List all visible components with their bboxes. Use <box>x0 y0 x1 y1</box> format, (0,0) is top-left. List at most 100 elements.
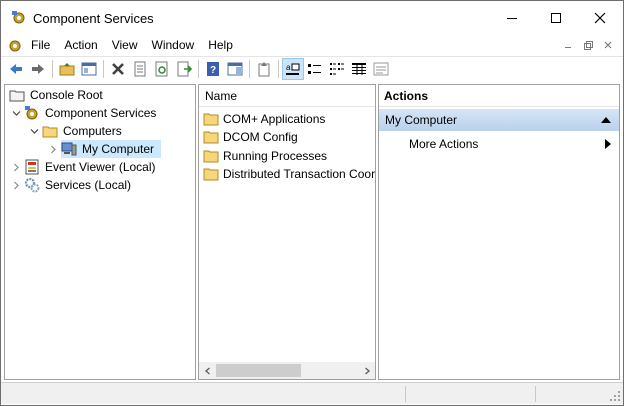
custom-view-icon <box>373 62 389 75</box>
menu-view[interactable]: View <box>105 35 145 55</box>
actions-section-my-computer[interactable]: My Computer <box>379 109 619 131</box>
status-segment <box>535 386 536 402</box>
up-one-level-icon <box>258 61 270 76</box>
actions-header-label: Actions <box>384 88 429 103</box>
small-icons-view-button[interactable] <box>304 58 326 80</box>
collapse-up-icon[interactable] <box>601 117 611 123</box>
toolbar-separator <box>103 59 104 78</box>
tree-node-label: Console Root <box>30 88 103 102</box>
up-one-level-button[interactable] <box>253 58 275 80</box>
detail-view-icon <box>352 62 366 75</box>
action-label: More Actions <box>409 137 479 151</box>
list-item-label: DCOM Config <box>223 130 298 144</box>
export-list-icon <box>177 61 192 76</box>
show-hide-console-tree-button[interactable] <box>78 58 100 80</box>
resize-grip-icon[interactable] <box>609 390 621 402</box>
chevron-right-icon <box>364 366 370 375</box>
console-tree-icon <box>81 62 97 75</box>
large-icons-icon: a <box>286 63 300 75</box>
column-header-label: Name <box>205 88 238 103</box>
close-button[interactable] <box>577 1 623 35</box>
delete-x-icon <box>112 62 124 75</box>
large-icons-view-button[interactable]: a <box>282 57 304 80</box>
folder-icon <box>203 113 219 126</box>
menu-file[interactable]: File <box>24 35 57 55</box>
list-item-label: Distributed Transaction Coord <box>223 167 376 181</box>
list-view-button[interactable] <box>326 58 348 80</box>
list-view-icon <box>330 62 344 75</box>
menu-help[interactable]: Help <box>201 35 240 55</box>
refresh-icon <box>155 61 168 76</box>
actions-pane-header: Actions <box>379 85 619 107</box>
custom-view-button[interactable] <box>370 58 392 80</box>
folder-icon <box>203 150 219 163</box>
chevron-down-icon[interactable] <box>11 108 21 118</box>
horizontal-scrollbar[interactable] <box>199 362 375 379</box>
tree-node-services[interactable]: Services (Local) <box>11 176 134 194</box>
status-segment <box>405 386 406 402</box>
up-folder-button[interactable] <box>56 58 78 80</box>
maximize-button[interactable] <box>533 1 579 35</box>
results-list-pane[interactable]: Name COM+ Applications DCOM Config Runni… <box>198 84 376 380</box>
chevron-right-icon[interactable] <box>48 144 58 154</box>
actions-section-label: My Computer <box>385 113 458 127</box>
list-item-label: COM+ Applications <box>223 112 326 126</box>
component-services-app-icon <box>12 11 25 24</box>
tree-node-component-services[interactable]: Component Services <box>11 104 159 122</box>
list-item-dcom-config[interactable]: DCOM Config <box>203 128 298 146</box>
mdi-close-icon <box>604 41 612 49</box>
forward-button[interactable] <box>27 58 49 80</box>
toolbar-separator <box>249 59 250 78</box>
scroll-left-button[interactable] <box>199 362 216 379</box>
up-folder-icon <box>59 62 75 75</box>
minimize-button[interactable] <box>489 1 535 35</box>
delete-button[interactable] <box>107 58 129 80</box>
window-title: Component Services <box>33 10 154 26</box>
list-item-com-applications[interactable]: COM+ Applications <box>203 110 325 128</box>
back-button[interactable] <box>5 58 27 80</box>
chevron-left-icon <box>204 366 210 375</box>
export-list-button[interactable] <box>173 58 195 80</box>
my-computer-icon <box>61 142 77 156</box>
tree-node-console-root[interactable]: Console Root <box>9 86 106 104</box>
scrollbar-thumb[interactable] <box>216 364 301 377</box>
status-bar <box>1 382 623 404</box>
chevron-down-icon[interactable] <box>29 126 39 136</box>
tree-node-computers[interactable]: Computers <box>29 122 125 140</box>
system-menu-icon[interactable] <box>7 37 23 53</box>
menu-window[interactable]: Window <box>145 35 202 55</box>
mdi-minimize-icon <box>565 47 571 48</box>
svg-text:a: a <box>286 63 291 72</box>
properties-button[interactable] <box>129 58 151 80</box>
console-tree-pane[interactable]: Console Root Component Services Computer… <box>4 84 196 380</box>
event-viewer-icon <box>25 159 39 175</box>
toolbar-separator <box>198 59 199 78</box>
chevron-right-icon[interactable] <box>11 180 21 190</box>
list-item-running-processes[interactable]: Running Processes <box>203 147 327 165</box>
chevron-right-icon[interactable] <box>11 162 21 172</box>
tree-node-label: My Computer <box>82 142 155 156</box>
submenu-arrow-icon <box>605 139 611 149</box>
mdi-minimize-button[interactable] <box>559 37 577 53</box>
maximize-icon <box>551 13 561 23</box>
svg-text:?: ? <box>210 65 216 76</box>
component-services-window: Component Services File Action View Wind… <box>0 0 624 406</box>
mdi-close-button[interactable] <box>599 37 617 53</box>
show-hide-action-pane-button[interactable] <box>224 58 246 80</box>
detail-view-button[interactable] <box>348 58 370 80</box>
list-item-distributed-transaction-coordinator[interactable]: Distributed Transaction Coord <box>203 165 376 183</box>
services-gear-icon <box>24 177 40 193</box>
refresh-button[interactable] <box>151 58 173 80</box>
menu-action[interactable]: Action <box>57 35 104 55</box>
tree-node-event-viewer[interactable]: Event Viewer (Local) <box>11 158 159 176</box>
tree-node-my-computer[interactable]: My Computer <box>48 140 162 158</box>
folder-icon <box>42 126 58 138</box>
scroll-right-button[interactable] <box>358 362 375 379</box>
forward-arrow-icon <box>32 63 44 74</box>
folder-icon <box>9 90 25 102</box>
column-header-name[interactable]: Name <box>199 85 375 107</box>
minimize-icon <box>507 17 517 19</box>
action-more-actions[interactable]: More Actions <box>379 134 619 154</box>
mdi-restore-button[interactable] <box>579 37 597 53</box>
help-button[interactable]: ? <box>202 58 224 80</box>
